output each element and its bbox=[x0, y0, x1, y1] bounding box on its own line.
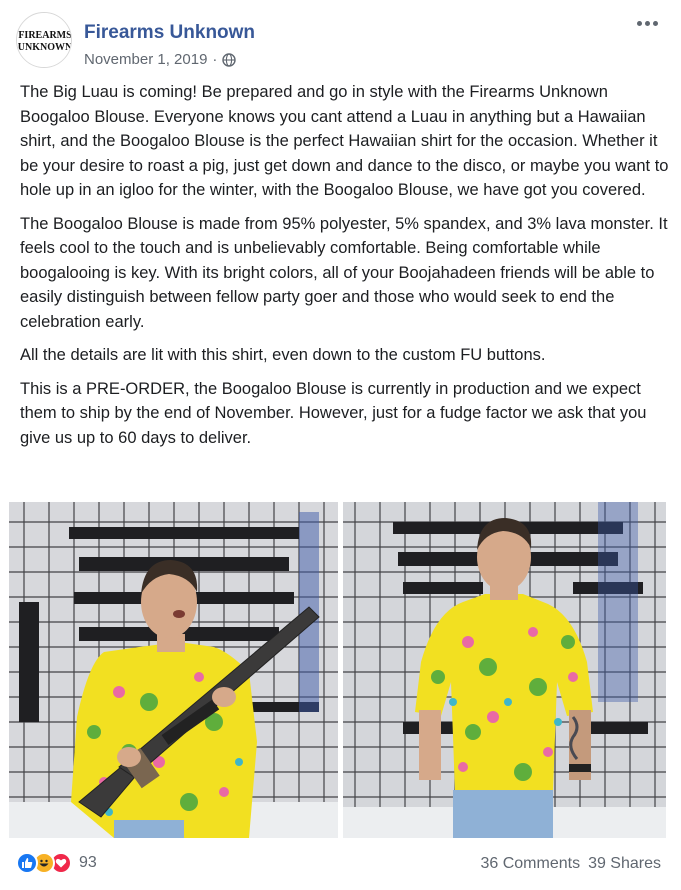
photo-man-with-rifle[interactable] bbox=[9, 502, 338, 838]
meta-separator: · bbox=[212, 51, 218, 68]
like-reaction-icon bbox=[16, 852, 38, 874]
shares-count-link[interactable]: 39 Shares bbox=[588, 855, 661, 873]
post-paragraph: The Boogaloo Blouse is made from 95% pol… bbox=[20, 214, 668, 331]
comments-count-link[interactable]: 36 Comments bbox=[480, 855, 580, 873]
page-avatar[interactable]: FIREARMS UNKNOWN bbox=[16, 12, 72, 68]
post-paragraph: All the details are lit with this shirt,… bbox=[20, 346, 546, 364]
facebook-post: FIREARMS UNKNOWN Firearms Unknown Novemb… bbox=[0, 0, 681, 890]
post-footer: 93 36 Comments 39 Shares bbox=[14, 846, 667, 882]
post-paragraph: The Big Luau is coming! Be prepared and … bbox=[20, 83, 669, 199]
photo-man-standing[interactable] bbox=[343, 502, 666, 838]
post-photos bbox=[9, 502, 666, 838]
post-paragraph: This is a PRE-ORDER, the Boogaloo Blouse… bbox=[20, 379, 647, 447]
more-options-icon[interactable] bbox=[637, 16, 663, 30]
reactions-summary[interactable]: 93 bbox=[16, 852, 97, 874]
post-message: The Big Luau is coming! Be prepared and … bbox=[20, 80, 670, 459]
svg-text:UNKNOWN: UNKNOWN bbox=[18, 42, 72, 53]
reaction-count[interactable]: 93 bbox=[79, 854, 97, 872]
post-meta: November 1, 2019 · bbox=[84, 51, 237, 68]
page-name-link[interactable]: Firearms Unknown bbox=[84, 22, 255, 44]
globe-icon bbox=[222, 52, 237, 67]
post-date[interactable]: November 1, 2019 bbox=[84, 51, 207, 68]
svg-text:FIREARMS: FIREARMS bbox=[18, 30, 72, 41]
post-header: FIREARMS UNKNOWN Firearms Unknown Novemb… bbox=[14, 10, 667, 68]
engagement-counts: 36 Comments 39 Shares bbox=[480, 855, 661, 873]
